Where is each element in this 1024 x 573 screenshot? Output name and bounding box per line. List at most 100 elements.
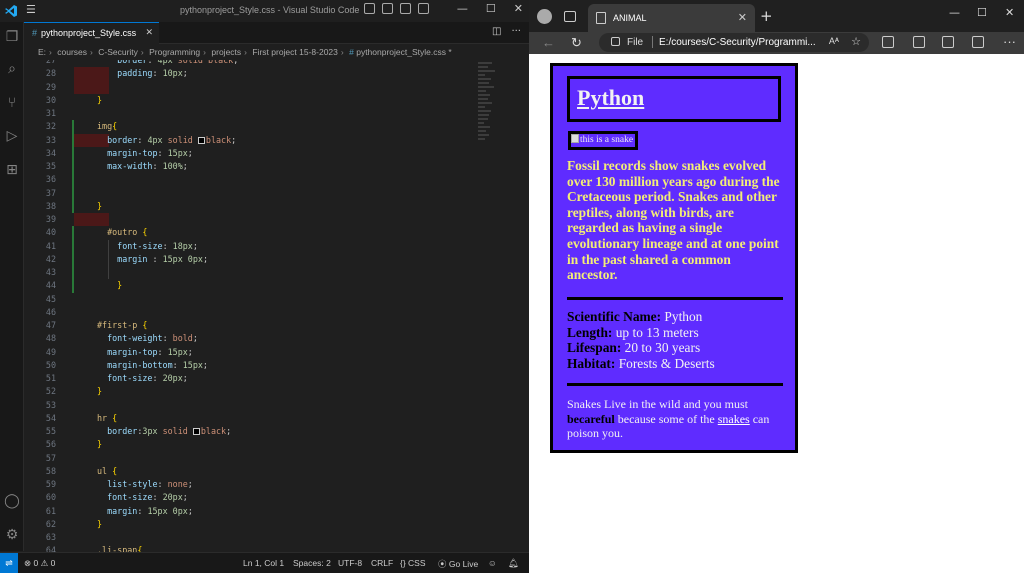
- read-aloud-icon[interactable]: Aᴬ: [829, 36, 839, 46]
- tab-actions-icon[interactable]: [564, 11, 576, 22]
- code-line[interactable]: 63: [24, 531, 504, 544]
- code-line[interactable]: 64 .li-span{: [24, 544, 504, 552]
- code-editor[interactable]: 27 border: 4px solid black; 28 padding: 1…: [24, 60, 529, 552]
- code-line[interactable]: 29: [24, 81, 504, 94]
- code-line[interactable]: 59 list-style: none;: [24, 478, 504, 491]
- code-line[interactable]: 32 img{: [24, 120, 504, 133]
- tab-pythonproject-style[interactable]: # pythonproject_Style.css ✕: [24, 22, 159, 44]
- favorites-icon[interactable]: [913, 36, 925, 48]
- collections-icon[interactable]: [942, 36, 954, 48]
- breadcrumb-item[interactable]: *: [448, 47, 451, 57]
- toggle-secondary-sidebar-icon[interactable]: [400, 3, 411, 14]
- maximize-icon[interactable]: ☐: [977, 6, 987, 19]
- code-line[interactable]: 51 font-size: 20px;: [24, 372, 504, 385]
- split-screen-icon[interactable]: [882, 36, 894, 48]
- close-tab-icon[interactable]: ✕: [145, 27, 153, 38]
- breadcrumb-item[interactable]: projects: [211, 47, 241, 57]
- code-line[interactable]: 56}: [24, 438, 504, 451]
- extensions-icon[interactable]: ⊞: [3, 161, 21, 179]
- code-line[interactable]: 50 margin-bottom: 15px;: [24, 359, 504, 372]
- split-editor-icon[interactable]: ◫: [492, 26, 501, 37]
- eol[interactable]: CRLF: [371, 558, 393, 568]
- toggle-panel-icon[interactable]: [382, 3, 393, 14]
- code-line[interactable]: 48 font-weight: bold;: [24, 332, 504, 345]
- address-bar[interactable]: File E:/courses/C-Security/Programmi... …: [599, 33, 869, 52]
- info-icon[interactable]: [611, 37, 620, 46]
- new-tab-button[interactable]: +: [760, 7, 773, 25]
- close-tab-icon[interactable]: ✕: [738, 11, 747, 24]
- url-text[interactable]: E:/courses/C-Security/Programmi...: [659, 37, 816, 48]
- go-live-button[interactable]: ⦿ Go Live: [438, 558, 478, 570]
- notifications-icon[interactable]: 🔔︎: [508, 558, 519, 569]
- tab-animal[interactable]: ANIMAL ✕: [588, 4, 755, 32]
- code-line[interactable]: 39: [24, 213, 504, 226]
- code-line[interactable]: 62}: [24, 518, 504, 531]
- code-line[interactable]: 45: [24, 293, 504, 306]
- more-options-icon[interactable]: ···: [1003, 34, 1016, 49]
- account-icon[interactable]: ◯: [3, 492, 21, 510]
- code-line[interactable]: 61 margin: 15px 0px;: [24, 505, 504, 518]
- code-line[interactable]: 60 font-size: 20px;: [24, 491, 504, 504]
- refresh-icon[interactable]: ↻: [571, 35, 582, 51]
- code-line[interactable]: 40 #outro {: [24, 226, 504, 239]
- breadcrumb-item[interactable]: courses: [57, 47, 87, 57]
- code-line[interactable]: 42 margin : 15px 0px;: [24, 253, 504, 266]
- code-line[interactable]: 38}: [24, 200, 504, 213]
- code-line[interactable]: 34 margin-top: 15px;: [24, 147, 504, 160]
- profile-avatar[interactable]: [537, 9, 552, 24]
- browser-essentials-icon[interactable]: [972, 36, 984, 48]
- remote-icon[interactable]: ⇌: [0, 553, 18, 573]
- gear-icon[interactable]: ⚙: [3, 526, 21, 544]
- favorite-star-icon[interactable]: ☆: [851, 35, 861, 48]
- breadcrumb-item[interactable]: E:: [38, 47, 46, 57]
- code-line[interactable]: 44 }: [24, 279, 504, 292]
- breadcrumb-item[interactable]: pythonproject_Style.css: [356, 47, 446, 57]
- back-icon[interactable]: ←: [542, 35, 555, 50]
- code-line[interactable]: 58 ul {: [24, 465, 504, 478]
- code-line[interactable]: 55 border:3px solid black;: [24, 425, 504, 438]
- code-line[interactable]: 57: [24, 452, 504, 465]
- editor-scrollbar[interactable]: [519, 60, 527, 550]
- snakes-link[interactable]: snakes: [718, 412, 750, 426]
- code-line[interactable]: 28 padding: 10px;: [24, 67, 504, 80]
- cursor-position[interactable]: Ln 1, Col 1: [243, 558, 284, 568]
- code-line[interactable]: 27 border: 4px solid black;: [24, 60, 504, 67]
- toggle-sidebar-icon[interactable]: [364, 3, 375, 14]
- breadcrumb-item[interactable]: C-Security: [98, 47, 138, 57]
- feedback-icon[interactable]: ☺: [488, 558, 497, 568]
- language-mode[interactable]: {} CSS: [400, 558, 426, 568]
- more-actions-icon[interactable]: ···: [511, 26, 521, 37]
- problems-indicator[interactable]: ⊗ 0 ⚠ 0: [24, 558, 55, 569]
- code-line[interactable]: 46: [24, 306, 504, 319]
- code-line[interactable]: 31: [24, 107, 504, 120]
- hamburger-icon[interactable]: ☰: [26, 3, 36, 16]
- close-icon[interactable]: ✕: [1005, 6, 1014, 19]
- code-line[interactable]: 52}: [24, 385, 504, 398]
- code-line[interactable]: 49 margin-top: 15px;: [24, 346, 504, 359]
- code-line[interactable]: 54 hr {: [24, 412, 504, 425]
- code-line[interactable]: 41 font-size: 18px;: [24, 240, 504, 253]
- code-line[interactable]: 47 #first-p {: [24, 319, 504, 332]
- breadcrumb-item[interactable]: Programming: [149, 47, 200, 57]
- indentation[interactable]: Spaces: 2: [293, 558, 331, 568]
- code-line[interactable]: 35 max-width: 100%;: [24, 160, 504, 173]
- code-line[interactable]: 30}: [24, 94, 504, 107]
- code-line[interactable]: 43: [24, 266, 504, 279]
- search-icon[interactable]: ⌕: [3, 60, 21, 78]
- minimize-icon[interactable]: —: [949, 6, 960, 19]
- code-line[interactable]: 36: [24, 173, 504, 186]
- explorer-icon[interactable]: ❐: [3, 28, 21, 46]
- breadcrumb-item[interactable]: First project 15-8-2023: [252, 47, 338, 57]
- maximize-icon[interactable]: ☐: [486, 2, 496, 15]
- source-control-icon[interactable]: ⑂: [3, 94, 21, 112]
- minimize-icon[interactable]: —: [457, 2, 468, 15]
- code-line[interactable]: 33 border: 4px solid black;: [24, 134, 504, 147]
- code-line[interactable]: 37: [24, 187, 504, 200]
- close-icon[interactable]: ✕: [514, 2, 523, 15]
- encoding[interactable]: UTF-8: [338, 558, 362, 568]
- customize-layout-icon[interactable]: [418, 3, 429, 14]
- code-line[interactable]: 53: [24, 399, 504, 412]
- minimap[interactable]: [478, 60, 502, 140]
- run-debug-icon[interactable]: ▷: [3, 127, 21, 145]
- line-number: 35: [45, 161, 56, 171]
